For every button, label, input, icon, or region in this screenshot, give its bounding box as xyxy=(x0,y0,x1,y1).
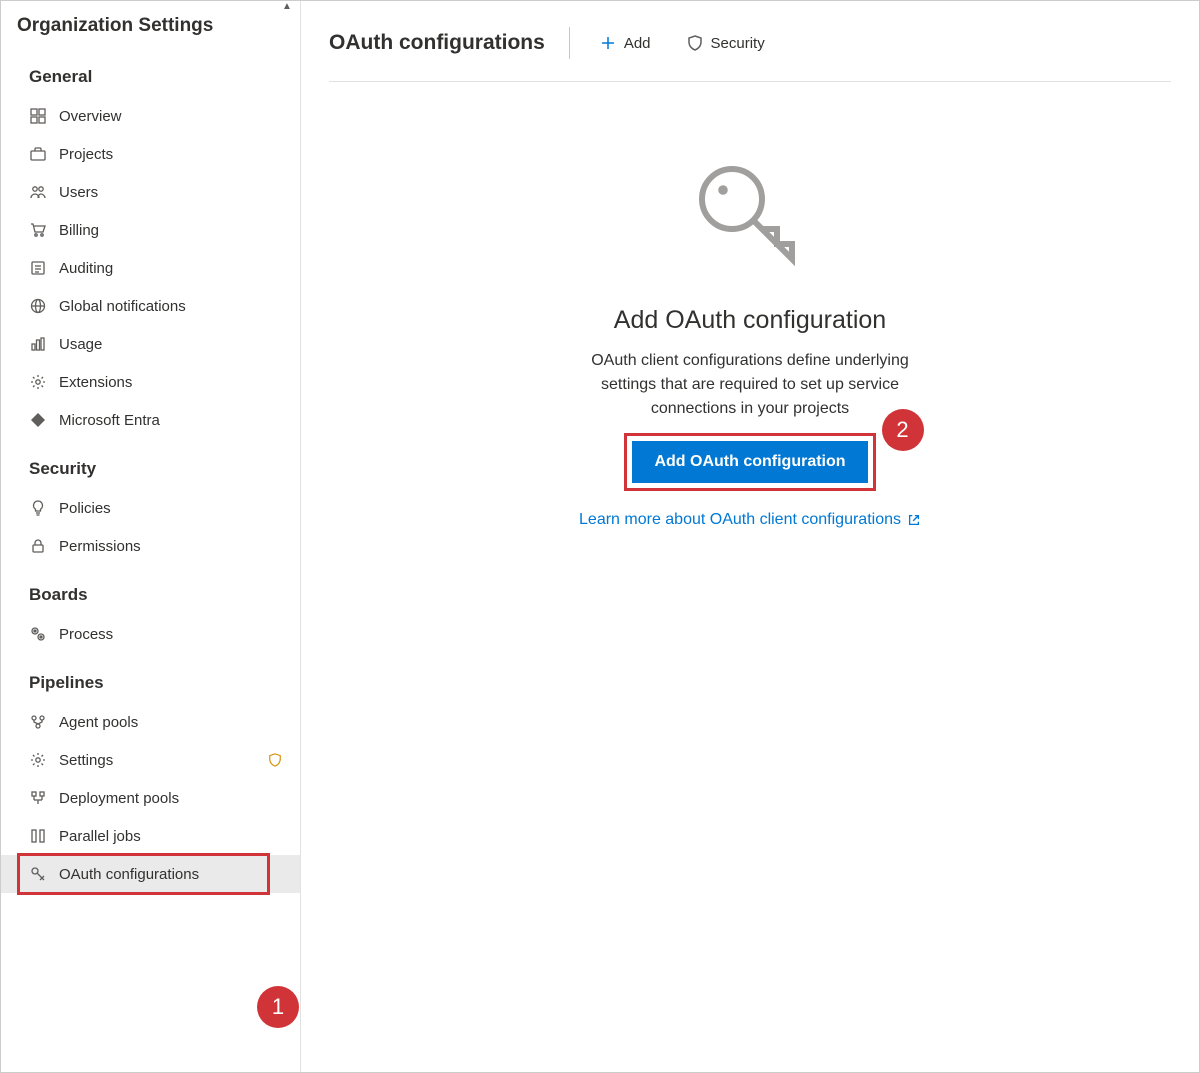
sidebar-item-parallel-jobs[interactable]: Parallel jobs xyxy=(1,817,300,855)
lightbulb-icon xyxy=(29,499,47,517)
main-body: Add OAuth configuration OAuth client con… xyxy=(329,82,1171,1072)
empty-state-description: OAuth client configurations define under… xyxy=(590,349,910,421)
learn-more-label: Learn more about OAuth client configurat… xyxy=(579,511,901,529)
security-button-label: Security xyxy=(711,35,765,52)
gear-icon xyxy=(29,373,47,391)
callout-badge-2: 2 xyxy=(882,409,924,451)
sidebar-title: Organization Settings xyxy=(1,1,300,47)
section-heading-pipelines: Pipelines xyxy=(1,653,300,703)
sidebar-item-process[interactable]: Process xyxy=(1,615,300,653)
sidebar-item-oauth-configurations[interactable]: OAuth configurations xyxy=(1,855,300,893)
sidebar-item-permissions[interactable]: Permissions xyxy=(1,527,300,565)
add-button[interactable]: Add xyxy=(594,31,657,56)
add-oauth-configuration-button[interactable]: Add OAuth configuration xyxy=(632,441,867,483)
users-icon xyxy=(29,183,47,201)
sidebar-item-label: Users xyxy=(59,184,282,201)
globe-icon xyxy=(29,297,47,315)
sidebar-item-label: Settings xyxy=(59,752,256,769)
page-header: OAuth configurations Add Security xyxy=(329,1,1171,82)
plus-icon xyxy=(600,35,616,51)
list-icon xyxy=(29,259,47,277)
sidebar-item-label: Microsoft Entra xyxy=(59,412,282,429)
diamond-icon xyxy=(29,411,47,429)
section-heading-boards: Boards xyxy=(1,565,300,615)
sidebar-item-label: OAuth configurations xyxy=(59,866,282,883)
sidebar-body[interactable]: General Overview Projects Users xyxy=(1,47,300,1072)
section-heading-security: Security xyxy=(1,439,300,489)
sidebar-item-usage[interactable]: Usage xyxy=(1,325,300,363)
sidebar-item-pipeline-settings[interactable]: Settings xyxy=(1,741,300,779)
parallel-icon xyxy=(29,827,47,845)
empty-state: Add OAuth configuration OAuth client con… xyxy=(540,152,960,529)
learn-more-link[interactable]: Learn more about OAuth client configurat… xyxy=(579,511,921,529)
sidebar-item-label: Global notifications xyxy=(59,298,282,315)
sidebar-item-label: Process xyxy=(59,626,282,643)
sidebar: ▲ Organization Settings General Overview… xyxy=(1,1,301,1072)
briefcase-icon xyxy=(29,145,47,163)
sidebar-item-auditing[interactable]: Auditing xyxy=(1,249,300,287)
sidebar-item-label: Extensions xyxy=(59,374,282,391)
sidebar-item-agent-pools[interactable]: Agent pools xyxy=(1,703,300,741)
sidebar-scroll-up[interactable]: ▲ xyxy=(280,1,294,15)
sidebar-item-overview[interactable]: Overview xyxy=(1,97,300,135)
sidebar-item-label: Overview xyxy=(59,108,282,125)
sidebar-item-label: Projects xyxy=(59,146,282,163)
bar-chart-icon xyxy=(29,335,47,353)
sidebar-item-label: Billing xyxy=(59,222,282,239)
page-title: OAuth configurations xyxy=(329,31,545,55)
key-icon xyxy=(29,865,47,883)
sidebar-item-microsoft-entra[interactable]: Microsoft Entra xyxy=(1,401,300,439)
external-link-icon xyxy=(907,513,921,527)
empty-state-title: Add OAuth configuration xyxy=(540,306,960,335)
sidebar-item-label: Agent pools xyxy=(59,714,282,731)
grid-icon xyxy=(29,107,47,125)
nodes-icon xyxy=(29,713,47,731)
sidebar-item-label: Policies xyxy=(59,500,282,517)
lock-icon xyxy=(29,537,47,555)
gears-icon xyxy=(29,625,47,643)
sidebar-item-deployment-pools[interactable]: Deployment pools xyxy=(1,779,300,817)
sidebar-item-policies[interactable]: Policies xyxy=(1,489,300,527)
header-divider xyxy=(569,27,570,59)
section-heading-general: General xyxy=(1,47,300,97)
sidebar-item-users[interactable]: Users xyxy=(1,173,300,211)
security-button[interactable]: Security xyxy=(681,31,771,56)
key-large-icon xyxy=(690,152,810,282)
sidebar-item-label: Parallel jobs xyxy=(59,828,282,845)
sidebar-item-label: Auditing xyxy=(59,260,282,277)
gear-icon xyxy=(29,751,47,769)
sidebar-item-global-notifications[interactable]: Global notifications xyxy=(1,287,300,325)
servers-icon xyxy=(29,789,47,807)
sidebar-item-label: Deployment pools xyxy=(59,790,282,807)
sidebar-item-extensions[interactable]: Extensions xyxy=(1,363,300,401)
primary-button-wrap: Add OAuth configuration 2 xyxy=(632,441,867,483)
add-button-label: Add xyxy=(624,35,651,52)
cart-icon xyxy=(29,221,47,239)
sidebar-item-billing[interactable]: Billing xyxy=(1,211,300,249)
main-content: OAuth configurations Add Security xyxy=(301,1,1199,1072)
shield-warning-icon xyxy=(268,753,282,767)
sidebar-item-label: Permissions xyxy=(59,538,282,555)
callout-badge-1: 1 xyxy=(257,986,299,1028)
sidebar-item-label: Usage xyxy=(59,336,282,353)
sidebar-item-projects[interactable]: Projects xyxy=(1,135,300,173)
shield-icon xyxy=(687,35,703,51)
